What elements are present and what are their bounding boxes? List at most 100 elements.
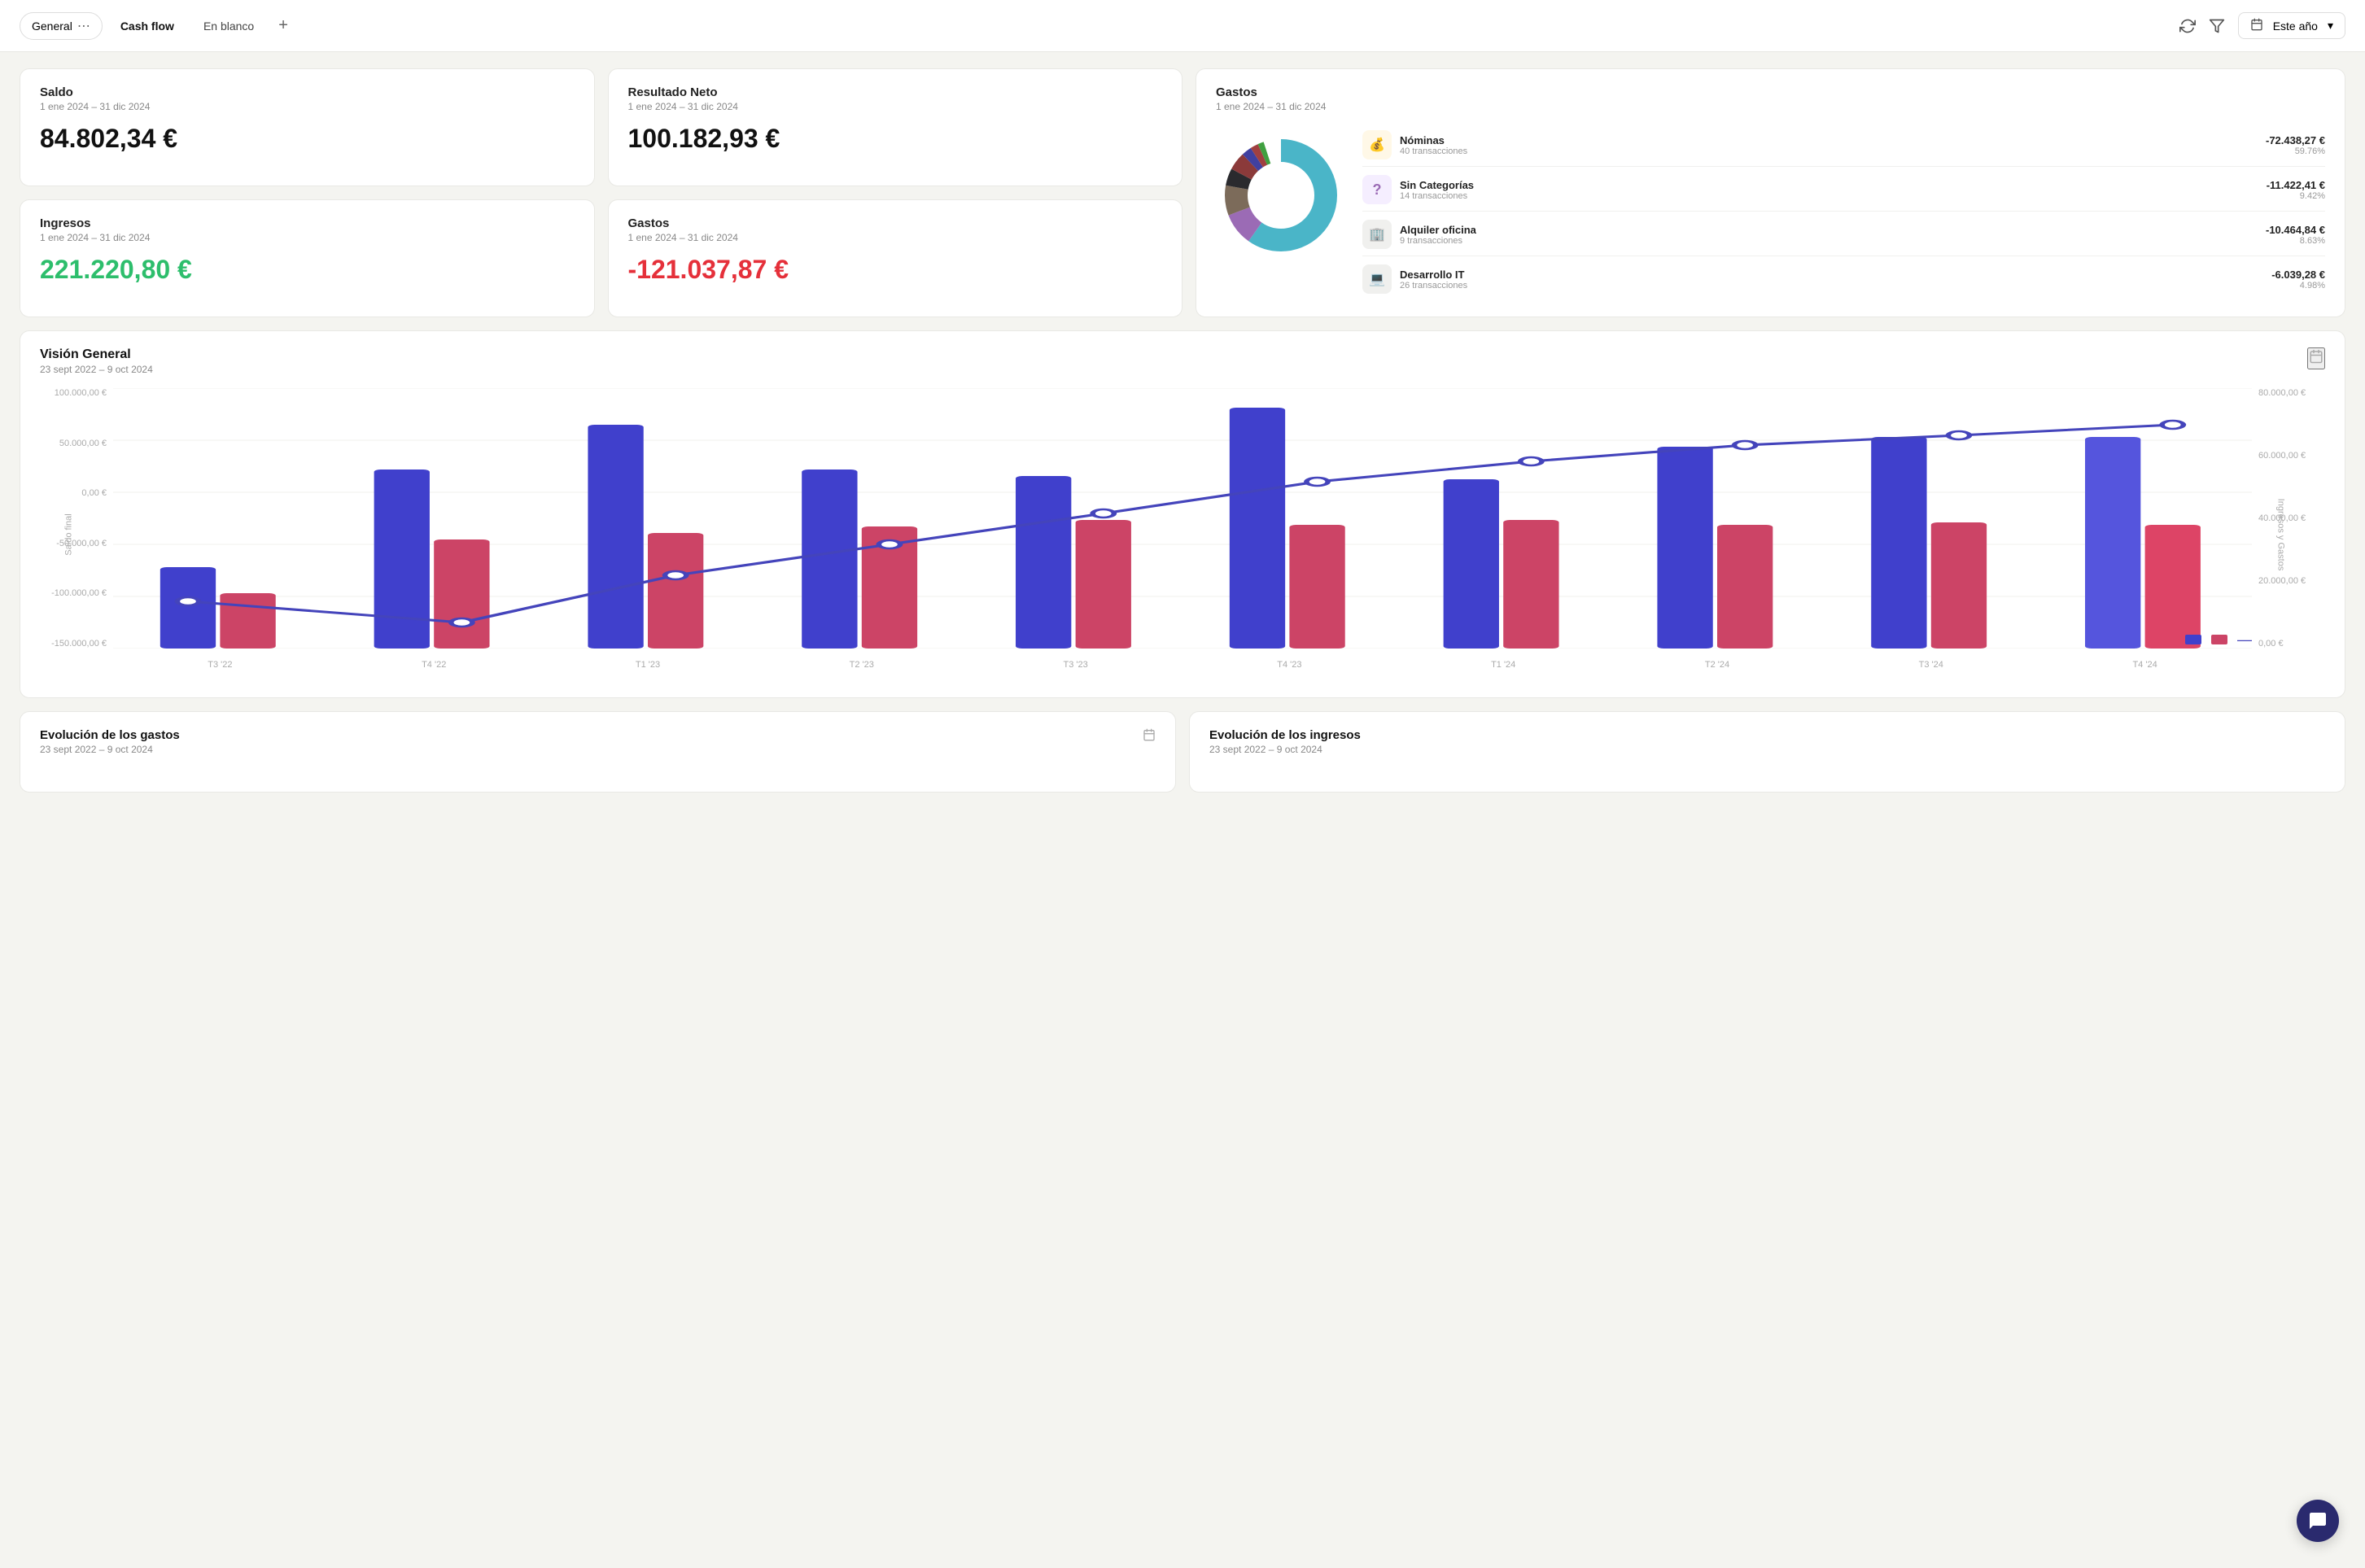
bar-income-8 (1871, 437, 1926, 649)
line-dot-5 (1306, 478, 1327, 486)
tab-general[interactable]: General ⋯ (20, 12, 103, 40)
nominas-amount: -72.438,27 € 59.76% (2266, 134, 2325, 156)
bar-income-1 (374, 470, 430, 649)
bar-income-9 (2085, 437, 2140, 649)
desarrolloit-amount-val: -6.039,28 € (2271, 269, 2325, 281)
chart-area: 100.000,00 € 50.000,00 € 0,00 € -50.000,… (40, 388, 2325, 681)
desarrolloit-name: Desarrollo IT (1400, 269, 2263, 281)
y-right-label-0: 80.000,00 € (2258, 388, 2306, 398)
alquiler-amount: -10.464,84 € 8.63% (2266, 224, 2325, 246)
y-right-label-4: 0,00 € (2258, 639, 2284, 649)
gastos-item-nominas: 💰 Nóminas 40 transacciones -72.438,27 € … (1362, 124, 2325, 167)
bar-expense-8 (1931, 522, 1987, 649)
x-label-6: T1 '24 (1491, 660, 1515, 670)
legend-balance: — (2237, 632, 2252, 647)
x-label-5: T4 '23 (1277, 660, 1301, 670)
chart-svg (113, 388, 2252, 649)
y-axis-left: 100.000,00 € 50.000,00 € 0,00 € -50.000,… (40, 388, 113, 649)
chat-button[interactable] (2297, 1500, 2339, 1542)
tab-cashflow[interactable]: Cash flow (109, 15, 186, 37)
vision-general-card: Visión General 23 sept 2022 – 9 oct 2024… (20, 330, 2345, 698)
bottom-cards: Evolución de los gastos 23 sept 2022 – 9… (20, 711, 2345, 793)
line-dot-8 (1948, 431, 1969, 439)
bar-expense-2 (648, 533, 703, 649)
desarrolloit-pct: 4.98% (2271, 281, 2325, 290)
cards-row: Saldo 1 ene 2024 – 31 dic 2024 84.802,34… (20, 68, 2345, 317)
sincategorias-amount: -11.422,41 € 9.42% (2267, 179, 2325, 201)
chart-legend: — (2185, 632, 2252, 647)
saldo-value: 84.802,34 € (40, 124, 575, 154)
y-axis-title-left: Saldo final (64, 513, 74, 555)
chart-date: 23 sept 2022 – 9 oct 2024 (40, 364, 153, 375)
legend-income (2185, 635, 2201, 644)
line-dot-3 (879, 540, 900, 548)
cards-left: Saldo 1 ene 2024 – 31 dic 2024 84.802,34… (20, 68, 595, 317)
ingresos-date: 1 ene 2024 – 31 dic 2024 (40, 232, 575, 243)
bar-expense-5 (1289, 525, 1344, 649)
tab-enblanco[interactable]: En blanco (192, 15, 265, 37)
evolucion-gastos-calendar-button[interactable] (1143, 728, 1156, 744)
chart-title-block: Visión General 23 sept 2022 – 9 oct 2024 (40, 347, 153, 375)
y-left-label-1: 50.000,00 € (59, 439, 107, 448)
refresh-icon (2179, 18, 2196, 34)
legend-expense (2211, 635, 2227, 644)
sincategorias-trans: 14 transacciones (1400, 191, 2258, 201)
legend-expense-box (2211, 635, 2227, 644)
legend-income-box (2185, 635, 2201, 644)
line-dot-1 (451, 618, 472, 627)
bar-income-2 (588, 425, 643, 649)
alquiler-name: Alquiler oficina (1400, 224, 2258, 236)
bar-expense-9 (2145, 525, 2201, 649)
saldo-title: Saldo (40, 85, 575, 99)
gastos-small-date: 1 ene 2024 – 31 dic 2024 (628, 232, 1163, 243)
x-label-3: T2 '23 (850, 660, 874, 670)
line-dot-6 (1520, 457, 1541, 465)
bar-income-6 (1444, 479, 1499, 649)
evolucion-ingresos-card: Evolución de los ingresos 23 sept 2022 –… (1189, 711, 2345, 793)
nav-icons: Este año ▾ (2179, 12, 2345, 39)
sincategorias-amount-val: -11.422,41 € (2267, 179, 2325, 191)
main-content: Saldo 1 ene 2024 – 31 dic 2024 84.802,34… (0, 52, 2365, 809)
evolucion-ingresos-date: 23 sept 2022 – 9 oct 2024 (1209, 744, 1361, 755)
y-right-label-1: 60.000,00 € (2258, 451, 2306, 461)
y-right-label-3: 20.000,00 € (2258, 576, 2306, 586)
alquiler-pct: 8.63% (2266, 236, 2325, 246)
tab-add[interactable]: + (272, 13, 295, 38)
x-label-1: T4 '22 (422, 660, 446, 670)
gastos-small-title: Gastos (628, 216, 1163, 230)
resultado-title: Resultado Neto (628, 85, 1163, 99)
resultado-value: 100.182,93 € (628, 124, 1163, 154)
sincategorias-icon: ? (1362, 175, 1392, 204)
bar-expense-0 (220, 593, 275, 649)
desarrolloit-icon: 💻 (1362, 264, 1392, 294)
chevron-down-icon: ▾ (2328, 19, 2333, 33)
bar-income-3 (802, 470, 857, 649)
nominas-amount-val: -72.438,27 € (2266, 134, 2325, 146)
bar-income-0 (160, 567, 216, 649)
donut-chart (1216, 130, 1346, 260)
bar-income-4 (1016, 476, 1071, 649)
chart-calendar-button[interactable] (2307, 347, 2325, 369)
gastos-item-sincategorias: ? Sin Categorías 14 transacciones -11.42… (1362, 168, 2325, 212)
nominas-name: Nóminas (1400, 134, 2258, 146)
desarrolloit-amount: -6.039,28 € 4.98% (2271, 269, 2325, 290)
refresh-button[interactable] (2179, 18, 2196, 34)
y-axis-right: 80.000,00 € 60.000,00 € 40.000,00 € 20.0… (2252, 388, 2325, 649)
cards-center: Resultado Neto 1 ene 2024 – 31 dic 2024 … (608, 68, 1183, 317)
bar-expense-7 (1717, 525, 1773, 649)
filter-button[interactable] (2209, 18, 2225, 34)
date-selector[interactable]: Este año ▾ (2238, 12, 2345, 39)
evolucion-gastos-title: Evolución de los gastos (40, 728, 180, 742)
gastos-item-desarrolloit: 💻 Desarrollo IT 26 transacciones -6.039,… (1362, 258, 2325, 300)
y-left-label-5: -150.000,00 € (51, 639, 107, 649)
line-dot-9 (2162, 421, 2184, 429)
tab-general-label: General (32, 20, 72, 33)
line-dot-0 (177, 597, 199, 605)
gastos-panel: Gastos 1 ene 2024 – 31 dic 2024 (1196, 68, 2345, 317)
bar-expense-6 (1503, 520, 1558, 649)
gastos-small-card: Gastos 1 ene 2024 – 31 dic 2024 -121.037… (608, 199, 1183, 317)
y-axis-title-right: Ingresos y Gastos (2276, 499, 2286, 571)
tab-general-dots: ⋯ (77, 18, 90, 34)
alquiler-amount-val: -10.464,84 € (2266, 224, 2325, 236)
gastos-small-value: -121.037,87 € (628, 255, 1163, 285)
